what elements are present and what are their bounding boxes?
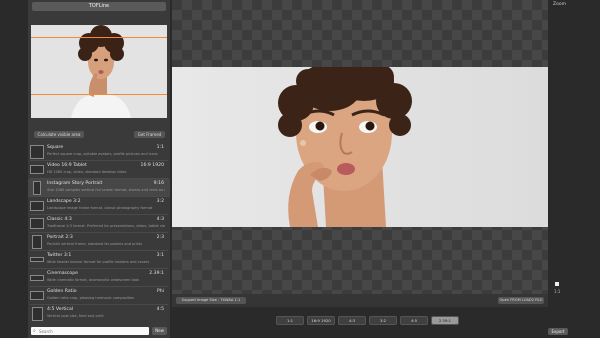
ratio-button[interactable]: 1:1 [276,316,304,325]
preset-ratio: 16:9 1920 [140,163,164,168]
preset-description: Vertical post size, feed and print [47,314,104,318]
ratio-button[interactable]: 4:3 [338,316,366,325]
search-input[interactable] [39,327,147,335]
preset-name: Video 16:9 Tablet [47,163,87,168]
crop-guide-bottom[interactable] [31,94,167,95]
preset-name: Twitter 3:1 [47,253,72,258]
tall-preview-icon [33,181,41,195]
preset-description: Wide cinematic format, anamorphic widesc… [47,278,140,282]
preset-name: Cinemascope [47,271,78,276]
preset-name: Golden Ratio [47,289,77,294]
preset-description: Portrait vertical frame, standard for po… [47,242,143,246]
zoom-label[interactable]: Zoom [553,2,566,7]
preset-item[interactable]: Cinemascope 2.39:1 Wide cinematic format… [28,269,170,287]
preset-ratio: 4:3 [156,217,164,222]
preset-name: Landscape 3:2 [47,199,81,204]
calculate-area-button[interactable]: Calculate visible area [34,131,84,138]
portrait-thumbnail-image [31,25,167,118]
preset-name: Square [47,145,64,150]
wide-preview-icon [30,165,44,174]
ratio-button-active[interactable]: 2.39:1 [431,316,459,325]
golden-ratio-preview-icon [30,291,44,300]
preset-name: Portrait 2:3 [47,235,73,240]
new-button[interactable]: New [152,327,167,335]
actual-size-toggle[interactable]: 1:1 [552,282,566,296]
crop-guide-top[interactable] [31,37,167,38]
ratio-button[interactable]: 4:5 [400,316,428,325]
vertical-preview-icon [32,307,43,321]
preset-name: Classic 4:3 [47,217,72,222]
get-framed-button[interactable]: Get Framed [134,131,165,138]
ratio-button[interactable]: 3:2 [369,316,397,325]
preset-ratio: 9:16 [153,181,164,186]
preset-description: HD 1080 crop, video, standard desktop vi… [47,170,127,174]
preset-description: Traditional 4:3 format. Preferred for pr… [47,224,165,228]
app-title: TOFLine [32,2,166,11]
preset-name: 4:5 Vertical [47,307,74,312]
preset-ratio: 4:5 [156,307,164,312]
cinemascope-preview-icon [30,275,44,281]
preset-item[interactable]: 4:5 Vertical 4:5 Vertical post size, fee… [28,305,170,323]
preset-ratio: 2.39:1 [149,271,164,276]
preset-ratio: 2:3 [156,235,164,240]
preset-item[interactable]: Classic 4:3 4:3 Traditional 4:3 format. … [28,215,170,233]
preset-description: Golden ratio crop, pleasing harmonic com… [47,296,135,300]
preset-item[interactable]: Portrait 2:3 2:3 Portrait vertical frame… [28,233,170,251]
preset-list: Square 1:1 Perfect square crop, suitable… [28,143,170,323]
portrait-preview-icon [32,235,42,249]
preset-ratio: 3:1 [156,253,164,258]
support-image-size-button[interactable]: Support Image Size - TXWAA 1:1 [176,297,246,304]
classic-preview-icon [30,218,44,229]
preset-ratio: 1:1 [156,145,164,150]
search-box[interactable]: ⌕ [31,327,149,335]
square-preview-icon [30,145,44,159]
square-icon [555,282,559,286]
open-file-button[interactable]: Open FROM LOAD2 FILE [498,297,544,304]
bottom-info-strip: Support Image Size - TXWAA 1:1 Open FROM… [172,294,548,307]
preset-item[interactable]: Landscape 3:2 3:2 Landscape image frame … [28,197,170,215]
preset-ratio: Phi [157,289,164,294]
thumbnail-actions: Calculate visible area Get Framed [32,131,166,139]
preset-name: Instagram Story Portrait [47,181,103,186]
export-button[interactable]: Export [548,328,568,335]
search-icon: ⌕ [33,328,36,334]
aspect-ratio-bar: 1:1 16:9 1920 4:3 3:2 4:5 2.39:1 [276,316,462,325]
preset-item[interactable]: Golden Ratio Phi Golden ratio crop, plea… [28,287,170,305]
preset-description: Perfect square crop, suitable avatars, p… [47,152,158,156]
actual-size-label: 1:1 [554,289,561,294]
ratio-button[interactable]: 16:9 1920 [307,316,335,325]
left-panel: TOFLine Calculate visible area Get Frame… [28,0,170,338]
crop-preview-thumbnail[interactable] [31,25,167,118]
portrait-main-image [172,67,548,227]
preset-item[interactable]: Video 16:9 Tablet 16:9 1920 HD 1080 crop… [28,161,170,179]
preset-item[interactable]: Square 1:1 Perfect square crop, suitable… [28,143,170,161]
preset-description: Wide header banner format for profile he… [47,260,150,264]
preset-ratio: 3:2 [156,199,164,204]
preset-item[interactable]: Twitter 3:1 3:1 Wide header banner forma… [28,251,170,269]
banner-preview-icon [30,257,44,262]
crop-result-image[interactable] [172,67,548,227]
preset-description: Size 1080 complex vertical full screen f… [47,188,165,192]
preset-description: Landscape image frame format, classic ph… [47,206,153,210]
preset-item-selected[interactable]: Instagram Story Portrait 9:16 Size 1080 … [28,179,170,197]
landscape-preview-icon [30,201,44,211]
